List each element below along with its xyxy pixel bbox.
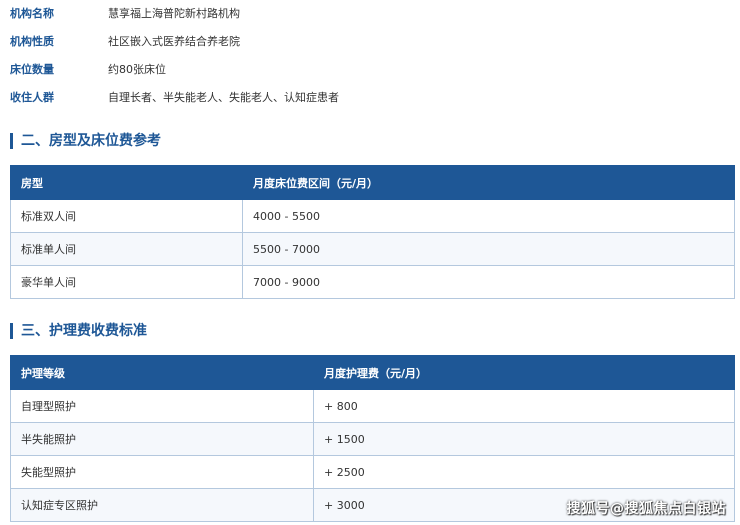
room-section-title: 二、房型及床位费参考: [10, 130, 161, 152]
info-label: 机构名称: [10, 7, 54, 20]
care-fee-cell: + 1500: [313, 422, 735, 456]
section-accent-bar: [10, 323, 13, 339]
info-label: 收住人群: [10, 91, 54, 104]
room-type-cell: 豪华单人间: [10, 265, 243, 299]
column-header-care-fee: 月度护理费（元/月）: [313, 355, 735, 390]
care-fee-cell: + 800: [313, 389, 735, 423]
care-fee-cell: + 2500: [313, 455, 735, 489]
info-value: 慧享福上海普陀新村路机构: [108, 7, 240, 20]
room-type-cell: 标准双人间: [10, 199, 243, 233]
care-level-cell: 自理型照护: [10, 389, 314, 423]
care-fee-table: 护理等级 月度护理费（元/月） 自理型照护 + 800 半失能照护 + 1500…: [10, 355, 735, 522]
info-row-nature: 机构性质 社区嵌入式医养结合养老院: [10, 28, 730, 56]
bed-fee-cell: 4000 - 5500: [242, 199, 735, 233]
info-value: 约80张床位: [108, 63, 166, 76]
info-row-beds: 床位数量 约80张床位: [10, 56, 730, 84]
column-header-bed-fee: 月度床位费区间（元/月）: [242, 165, 735, 200]
table-row: 半失能照护 + 1500: [10, 422, 735, 456]
bed-fee-cell: 7000 - 9000: [242, 265, 735, 299]
info-value: 社区嵌入式医养结合养老院: [108, 35, 240, 48]
info-label: 床位数量: [10, 63, 54, 76]
table-row: 自理型照护 + 800: [10, 389, 735, 423]
info-row-residents: 收住人群 自理长者、半失能老人、失能老人、认知症患者: [10, 84, 730, 112]
care-section-title-text: 三、护理费收费标准: [21, 323, 147, 339]
table-row: 标准单人间 5500 - 7000: [10, 232, 735, 266]
table-row: 失能型照护 + 2500: [10, 455, 735, 489]
info-row-name: 机构名称 慧享福上海普陀新村路机构: [10, 0, 730, 28]
bed-fee-cell: 5500 - 7000: [242, 232, 735, 266]
room-section-title-text: 二、房型及床位费参考: [21, 133, 161, 149]
column-header-room-type: 房型: [10, 165, 243, 200]
room-type-cell: 标准单人间: [10, 232, 243, 266]
watermark: 搜狐号@搜狐焦点白银站: [566, 501, 726, 517]
care-level-cell: 半失能照护: [10, 422, 314, 456]
room-fee-table: 房型 月度床位费区间（元/月） 标准双人间 4000 - 5500 标准单人间 …: [10, 165, 735, 299]
info-label: 机构性质: [10, 35, 54, 48]
care-level-cell: 认知症专区照护: [10, 488, 314, 522]
section-accent-bar: [10, 133, 13, 149]
table-header-row: 护理等级 月度护理费（元/月）: [10, 355, 735, 390]
column-header-care-level: 护理等级: [10, 355, 314, 390]
care-section-title: 三、护理费收费标准: [10, 320, 147, 342]
table-header-row: 房型 月度床位费区间（元/月）: [10, 165, 735, 200]
facility-info-list: 机构名称 慧享福上海普陀新村路机构 机构性质 社区嵌入式医养结合养老院 床位数量…: [10, 0, 730, 112]
table-row: 豪华单人间 7000 - 9000: [10, 265, 735, 299]
care-level-cell: 失能型照护: [10, 455, 314, 489]
info-value: 自理长者、半失能老人、失能老人、认知症患者: [108, 91, 339, 104]
table-row: 标准双人间 4000 - 5500: [10, 199, 735, 233]
